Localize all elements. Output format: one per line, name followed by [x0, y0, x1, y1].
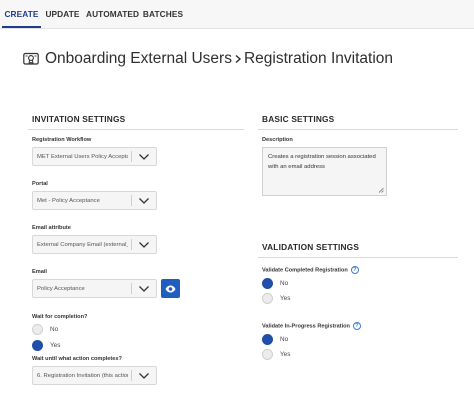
tab-create[interactable]: CREATE: [2, 0, 41, 28]
portal-select[interactable]: Met - Policy Acceptance: [32, 191, 157, 210]
section-divider: [28, 129, 244, 130]
description-textarea[interactable]: Creates a registration session associate…: [262, 147, 387, 196]
radio-label: Yes: [280, 294, 291, 302]
help-icon[interactable]: ?: [350, 266, 359, 274]
description-value: Creates a registration session associate…: [268, 154, 376, 170]
section-divider: [258, 257, 458, 258]
basic-settings-title: BASIC SETTINGS: [262, 114, 335, 124]
validate-in-progress-no-option[interactable]: No: [262, 333, 288, 345]
chevron-down-icon: [139, 198, 149, 204]
wait-for-completion-label: Wait for completion?: [32, 314, 88, 320]
radio-button[interactable]: [262, 348, 273, 360]
validate-in-progress-label: Validate In-Progress Registration?: [262, 322, 361, 330]
validation-settings-title: VALIDATION SETTINGS: [262, 242, 360, 252]
description-label: Description: [262, 137, 293, 143]
tab-automated[interactable]: AUTOMATED: [86, 0, 139, 28]
breadcrumb-separator-icon: [234, 52, 242, 67]
chevron-down-icon: [139, 242, 149, 248]
radio-label: No: [50, 325, 59, 333]
chevron-down-icon: [139, 373, 149, 379]
wait-no-option[interactable]: No: [32, 323, 58, 335]
page-title-row: Onboarding External Users Registration I…: [23, 49, 393, 69]
validate-completed-no-option[interactable]: No: [262, 277, 288, 289]
radio-button-selected[interactable]: [32, 339, 43, 351]
portal-label: Portal: [32, 181, 48, 187]
chevron-down-icon: [139, 286, 149, 292]
wait-yes-option[interactable]: Yes: [32, 339, 60, 351]
email-attribute-label: Email attribute: [32, 225, 71, 231]
resize-handle-icon[interactable]: [378, 187, 384, 193]
help-icon[interactable]: ?: [352, 322, 361, 330]
radio-button[interactable]: [262, 292, 273, 304]
chevron-down-icon: [139, 154, 149, 160]
email-label: Email: [32, 269, 47, 275]
radio-button-selected[interactable]: [262, 277, 273, 289]
preview-email-button[interactable]: [161, 279, 180, 298]
breadcrumb-parent[interactable]: Onboarding External Users: [45, 50, 232, 68]
radio-label: Yes: [50, 341, 61, 349]
email-attribute-value: External Company Email (external_c...: [37, 242, 128, 248]
wait-until-label: Wait until what action completes?: [32, 356, 122, 362]
radio-button[interactable]: [32, 323, 43, 335]
portal-value: Met - Policy Acceptance: [37, 198, 100, 204]
registration-workflow-value: MET External Users Policy Acceptan...: [37, 154, 128, 160]
eye-icon: [165, 285, 176, 292]
wait-until-select[interactable]: 6. Registration Invitation (this action): [32, 366, 157, 385]
radio-label: No: [280, 279, 289, 287]
validate-completed-yes-option[interactable]: Yes: [262, 292, 290, 304]
tab-bar: CREATE UPDATE AUTOMATED BATCHES: [0, 0, 474, 29]
tab-batches[interactable]: BATCHES: [142, 0, 184, 28]
registration-workflow-select[interactable]: MET External Users Policy Acceptan...: [32, 147, 157, 166]
email-value: Policy Acceptance: [37, 286, 85, 292]
validate-completed-label: Validate Completed Registration?: [262, 266, 359, 274]
validate-in-progress-yes-option[interactable]: Yes: [262, 348, 290, 360]
tab-update[interactable]: UPDATE: [45, 0, 80, 28]
radio-label: No: [280, 335, 289, 343]
email-attribute-select[interactable]: External Company Email (external_c...: [32, 235, 157, 254]
certificate-icon: [23, 52, 39, 66]
radio-button-selected[interactable]: [262, 333, 273, 345]
invitation-settings-title: INVITATION SETTINGS: [32, 114, 126, 124]
page-title: Registration Invitation: [243, 50, 394, 67]
radio-label: Yes: [280, 350, 291, 358]
registration-workflow-label: Registration Workflow: [32, 137, 92, 143]
section-divider: [258, 129, 458, 130]
email-select[interactable]: Policy Acceptance: [32, 279, 157, 298]
wait-until-value: 6. Registration Invitation (this action): [37, 373, 128, 379]
